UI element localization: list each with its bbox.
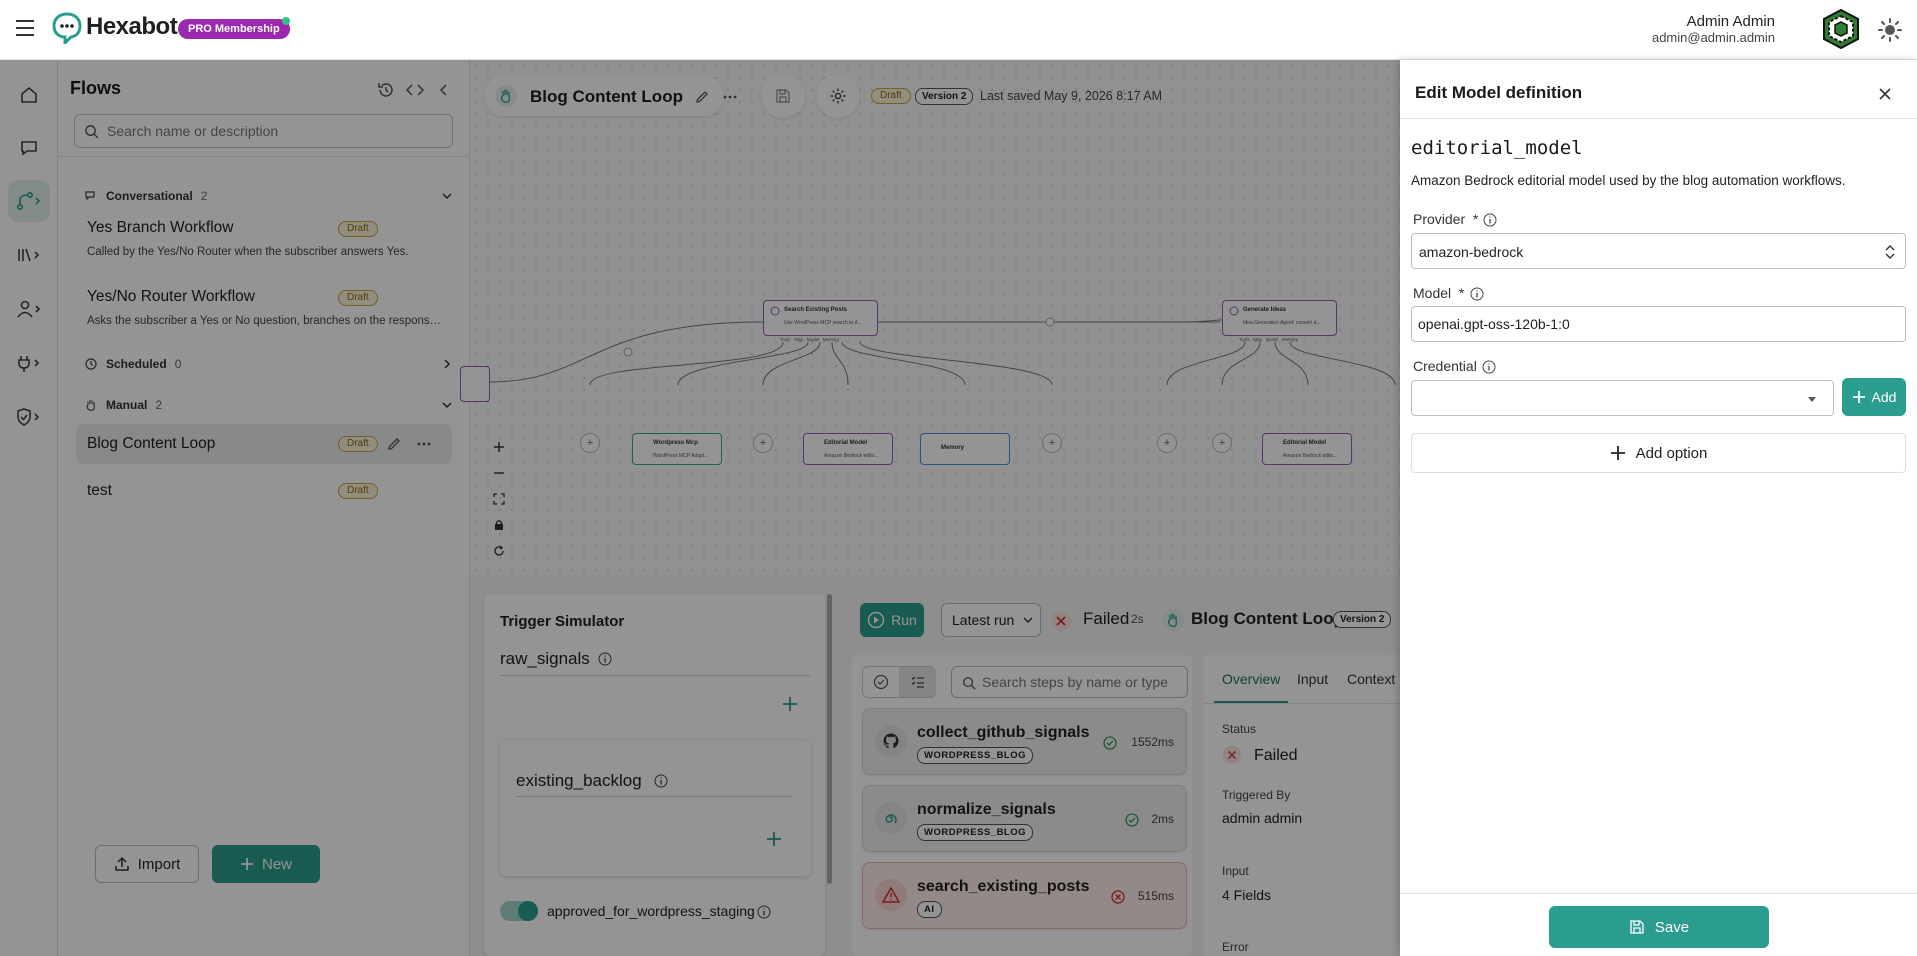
hexabot-logo-icon — [52, 12, 82, 44]
drawer-title: Edit Model definition — [1415, 83, 1583, 102]
add-option-button[interactable]: Add option — [1411, 433, 1906, 473]
provider-select[interactable]: amazon-bedrock — [1411, 233, 1906, 269]
info-icon[interactable] — [1482, 360, 1496, 374]
model-label: Model * — [1413, 285, 1465, 301]
close-icon[interactable] — [1876, 85, 1894, 103]
chevron-up-down-icon — [1885, 245, 1895, 259]
top-bar: Hexabot PRO Membership Admin Admin admin… — [0, 0, 1917, 60]
provider-label: Provider * — [1413, 211, 1479, 227]
user-name: Admin Admin — [1686, 13, 1775, 30]
divider — [1400, 893, 1917, 894]
info-icon[interactable] — [1483, 213, 1497, 227]
model-description: Amazon Bedrock editorial model used by t… — [1411, 173, 1846, 188]
model-field[interactable] — [1411, 306, 1906, 342]
credential-select[interactable] — [1411, 380, 1834, 416]
credential-label: Credential — [1413, 358, 1477, 374]
add-label: Add — [1871, 389, 1897, 405]
pro-badge: PRO Membership — [178, 19, 290, 39]
model-input[interactable] — [1418, 316, 1798, 332]
save-icon — [1630, 920, 1644, 934]
add-credential-button[interactable]: Add — [1842, 378, 1906, 416]
avatar[interactable] — [1820, 8, 1862, 50]
add-option-label: Add option — [1635, 444, 1708, 462]
edit-model-drawer — [1400, 60, 1917, 956]
provider-value: amazon-bedrock — [1419, 244, 1524, 260]
save-button[interactable]: Save — [1549, 906, 1769, 948]
model-key: editorial_model — [1411, 137, 1583, 159]
theme-toggle-icon[interactable] — [1877, 17, 1903, 43]
save-label: Save — [1654, 918, 1690, 936]
divider — [1400, 118, 1917, 119]
info-icon[interactable] — [1470, 287, 1484, 301]
caret-down-icon — [1808, 397, 1816, 402]
user-email: admin@admin.admin — [1651, 30, 1775, 45]
modal-backdrop[interactable] — [0, 60, 1400, 956]
menu-icon[interactable] — [16, 18, 40, 38]
plus-icon — [1852, 391, 1865, 403]
status-dot — [282, 17, 290, 25]
app-name: Hexabot — [86, 13, 178, 40]
plus-icon — [1610, 446, 1625, 460]
